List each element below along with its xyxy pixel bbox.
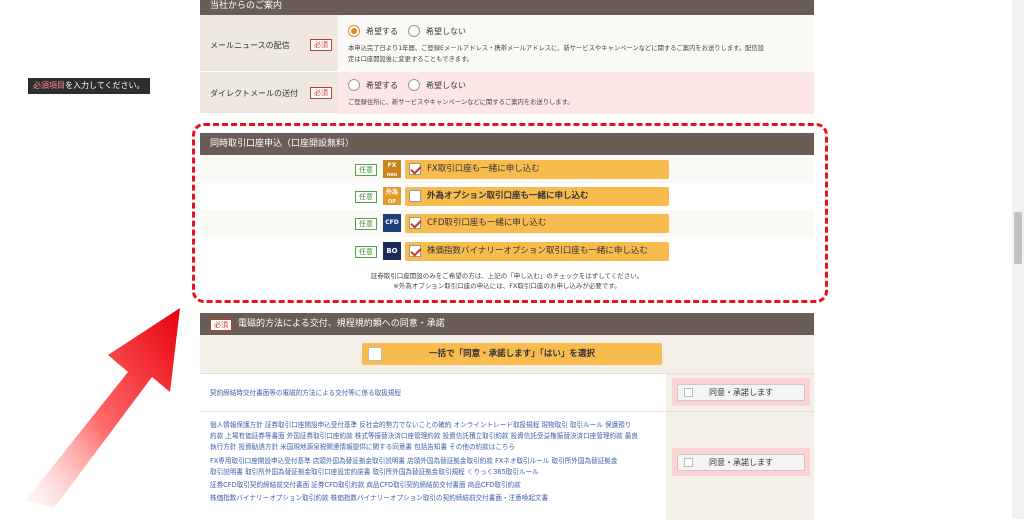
mail-news-row: メールニュースの配信 必須 希望する 希望しない 本申込完了日より1年間、ご登録… bbox=[200, 15, 814, 72]
page-scrollbar[interactable] bbox=[1012, 0, 1024, 519]
agree-button[interactable]: 同意・承諾します bbox=[677, 454, 805, 471]
agreement-row-documents: 個人情報保護方針 証券取引口座開設申込受付基準 反社会的勢力でないことの確約 オ… bbox=[200, 411, 814, 520]
required-fields-notice: 必須項目を入力してください。 bbox=[28, 78, 150, 94]
direct-mail-label: ダイレクトメールの送付 bbox=[210, 89, 298, 98]
doc-links-group-fx-cfd: FX専用取引口座開設申込受付基準 店頭外国為替証拠金取引説明書 店頭外国為替証拠… bbox=[210, 456, 617, 504]
doc-links-group-general: 個人情報保護方針 証券取引口座開設申込受付基準 反社会的勢力でないことの確約 オ… bbox=[210, 420, 638, 453]
scrollbar-thumb[interactable] bbox=[1014, 212, 1022, 264]
mail-news-label-cell: メールニュースの配信 必須 bbox=[200, 15, 338, 72]
doc-links-line[interactable]: FX専用取引口座開設申込受付基準 店頭外国為替証拠金取引説明書 店頭外国為替証拠… bbox=[210, 456, 617, 467]
direct-mail-label-cell: ダイレクトメールの送付 必須 bbox=[200, 72, 338, 114]
direct-mail-radio-no[interactable] bbox=[408, 79, 420, 91]
agree-cell: 同意・承諾します bbox=[666, 374, 814, 412]
doc-links-line[interactable]: 約款 上場有価証券等書面 外国証券取引口座約款 株式等振替決済口座管理約款 投資… bbox=[210, 431, 638, 442]
direct-mail-note: ご登録住所に、新サービスやキャンペーンなどに関するご案内をお送りします。 bbox=[348, 99, 574, 106]
mail-news-note-line2: 定は口座開設後に変更することもできます。 bbox=[348, 56, 474, 63]
doc-links-line[interactable]: 執行方針 投資勧誘方針 米国現地源泉税関連情報提供に関する同意書 包括告知書 そ… bbox=[210, 442, 638, 453]
agreement-row-delivery: 契約締結時交付書面等の電磁的方法による交付等に係る取扱規程 同意・承諾します bbox=[200, 373, 814, 412]
direct-mail-radio-yes-label[interactable]: 希望する bbox=[366, 80, 398, 91]
required-badge: 必須 bbox=[310, 87, 332, 99]
bulk-agree-button[interactable]: 一括で「同意・承諾します」「はい」を選択 bbox=[362, 343, 662, 365]
agree-button-label[interactable]: 同意・承諾します bbox=[709, 458, 773, 467]
required-badge: 必須 bbox=[210, 319, 232, 331]
doc-links-line[interactable]: 証券CFD取引契約締結前交付書面 証券CFD取引約款 商品CFD取引契約締結前交… bbox=[210, 480, 617, 491]
required-badge: 必須 bbox=[310, 39, 332, 51]
mail-news-radio-yes-label[interactable]: 希望する bbox=[366, 26, 398, 37]
direct-mail-row: ダイレクトメールの送付 必須 希望する 希望しない ご登録住所に、新サービスやキ… bbox=[200, 72, 814, 114]
direct-mail-radio-no-label[interactable]: 希望しない bbox=[426, 80, 466, 91]
direct-mail-radio-yes[interactable] bbox=[348, 79, 360, 91]
required-notice-highlight: 必須項目 bbox=[33, 81, 65, 90]
mail-news-note-line1: 本申込完了日より1年間、ご登録Eメールアドレス・携帯メールアドレスに、新サービス… bbox=[348, 45, 765, 52]
required-notice-text: を入力してください。 bbox=[65, 81, 145, 90]
agree-cell: 同意・承諾します bbox=[666, 412, 814, 520]
mail-news-label: メールニュースの配信 bbox=[210, 41, 290, 50]
highlight-dashed-frame bbox=[192, 123, 828, 303]
delivery-rules-link[interactable]: 契約締結時交付書面等の電磁的方法による交付等に係る取扱規程 bbox=[210, 388, 401, 399]
contact-section-header: 当社からのご案内 bbox=[200, 0, 814, 15]
pointer-arrow-icon bbox=[26, 308, 180, 508]
agreement-section-title: 電磁的方法による交付、規程規約類への同意・承諾 bbox=[238, 319, 445, 329]
contact-section-title: 当社からのご案内 bbox=[210, 1, 283, 11]
bulk-agree-label[interactable]: 一括で「同意・承諾します」「はい」を選択 bbox=[362, 343, 662, 365]
agreement-section-header: 必須 電磁的方法による交付、規程規約類への同意・承諾 bbox=[200, 313, 814, 335]
doc-links-line[interactable]: 個人情報保護方針 証券取引口座開設申込受付基準 反社会的勢力でないことの確約 オ… bbox=[210, 420, 638, 431]
agree-button[interactable]: 同意・承諾します bbox=[677, 384, 805, 401]
doc-links-line[interactable]: 株価指数バイナリーオプション取引約款 株価指数バイナリーオプション取引の契約締結… bbox=[210, 493, 617, 504]
mail-news-value-cell: 希望する 希望しない 本申込完了日より1年間、ご登録Eメールアドレス・携帯メール… bbox=[338, 15, 814, 72]
direct-mail-value-cell: 希望する 希望しない ご登録住所に、新サービスやキャンペーンなどに関するご案内を… bbox=[338, 72, 814, 114]
doc-links-line[interactable]: 取引説明書 取引所外国為替証拠金取引口座設定約諾書 取引所外国為替証拠金取引規程… bbox=[210, 467, 617, 478]
agree-checkbox[interactable] bbox=[684, 458, 693, 467]
mail-news-radio-no[interactable] bbox=[408, 25, 420, 37]
mail-news-radio-yes[interactable] bbox=[348, 25, 360, 37]
mail-news-radio-no-label[interactable]: 希望しない bbox=[426, 26, 466, 37]
agree-checkbox[interactable] bbox=[684, 388, 693, 397]
agree-button-label[interactable]: 同意・承諾します bbox=[709, 388, 773, 397]
